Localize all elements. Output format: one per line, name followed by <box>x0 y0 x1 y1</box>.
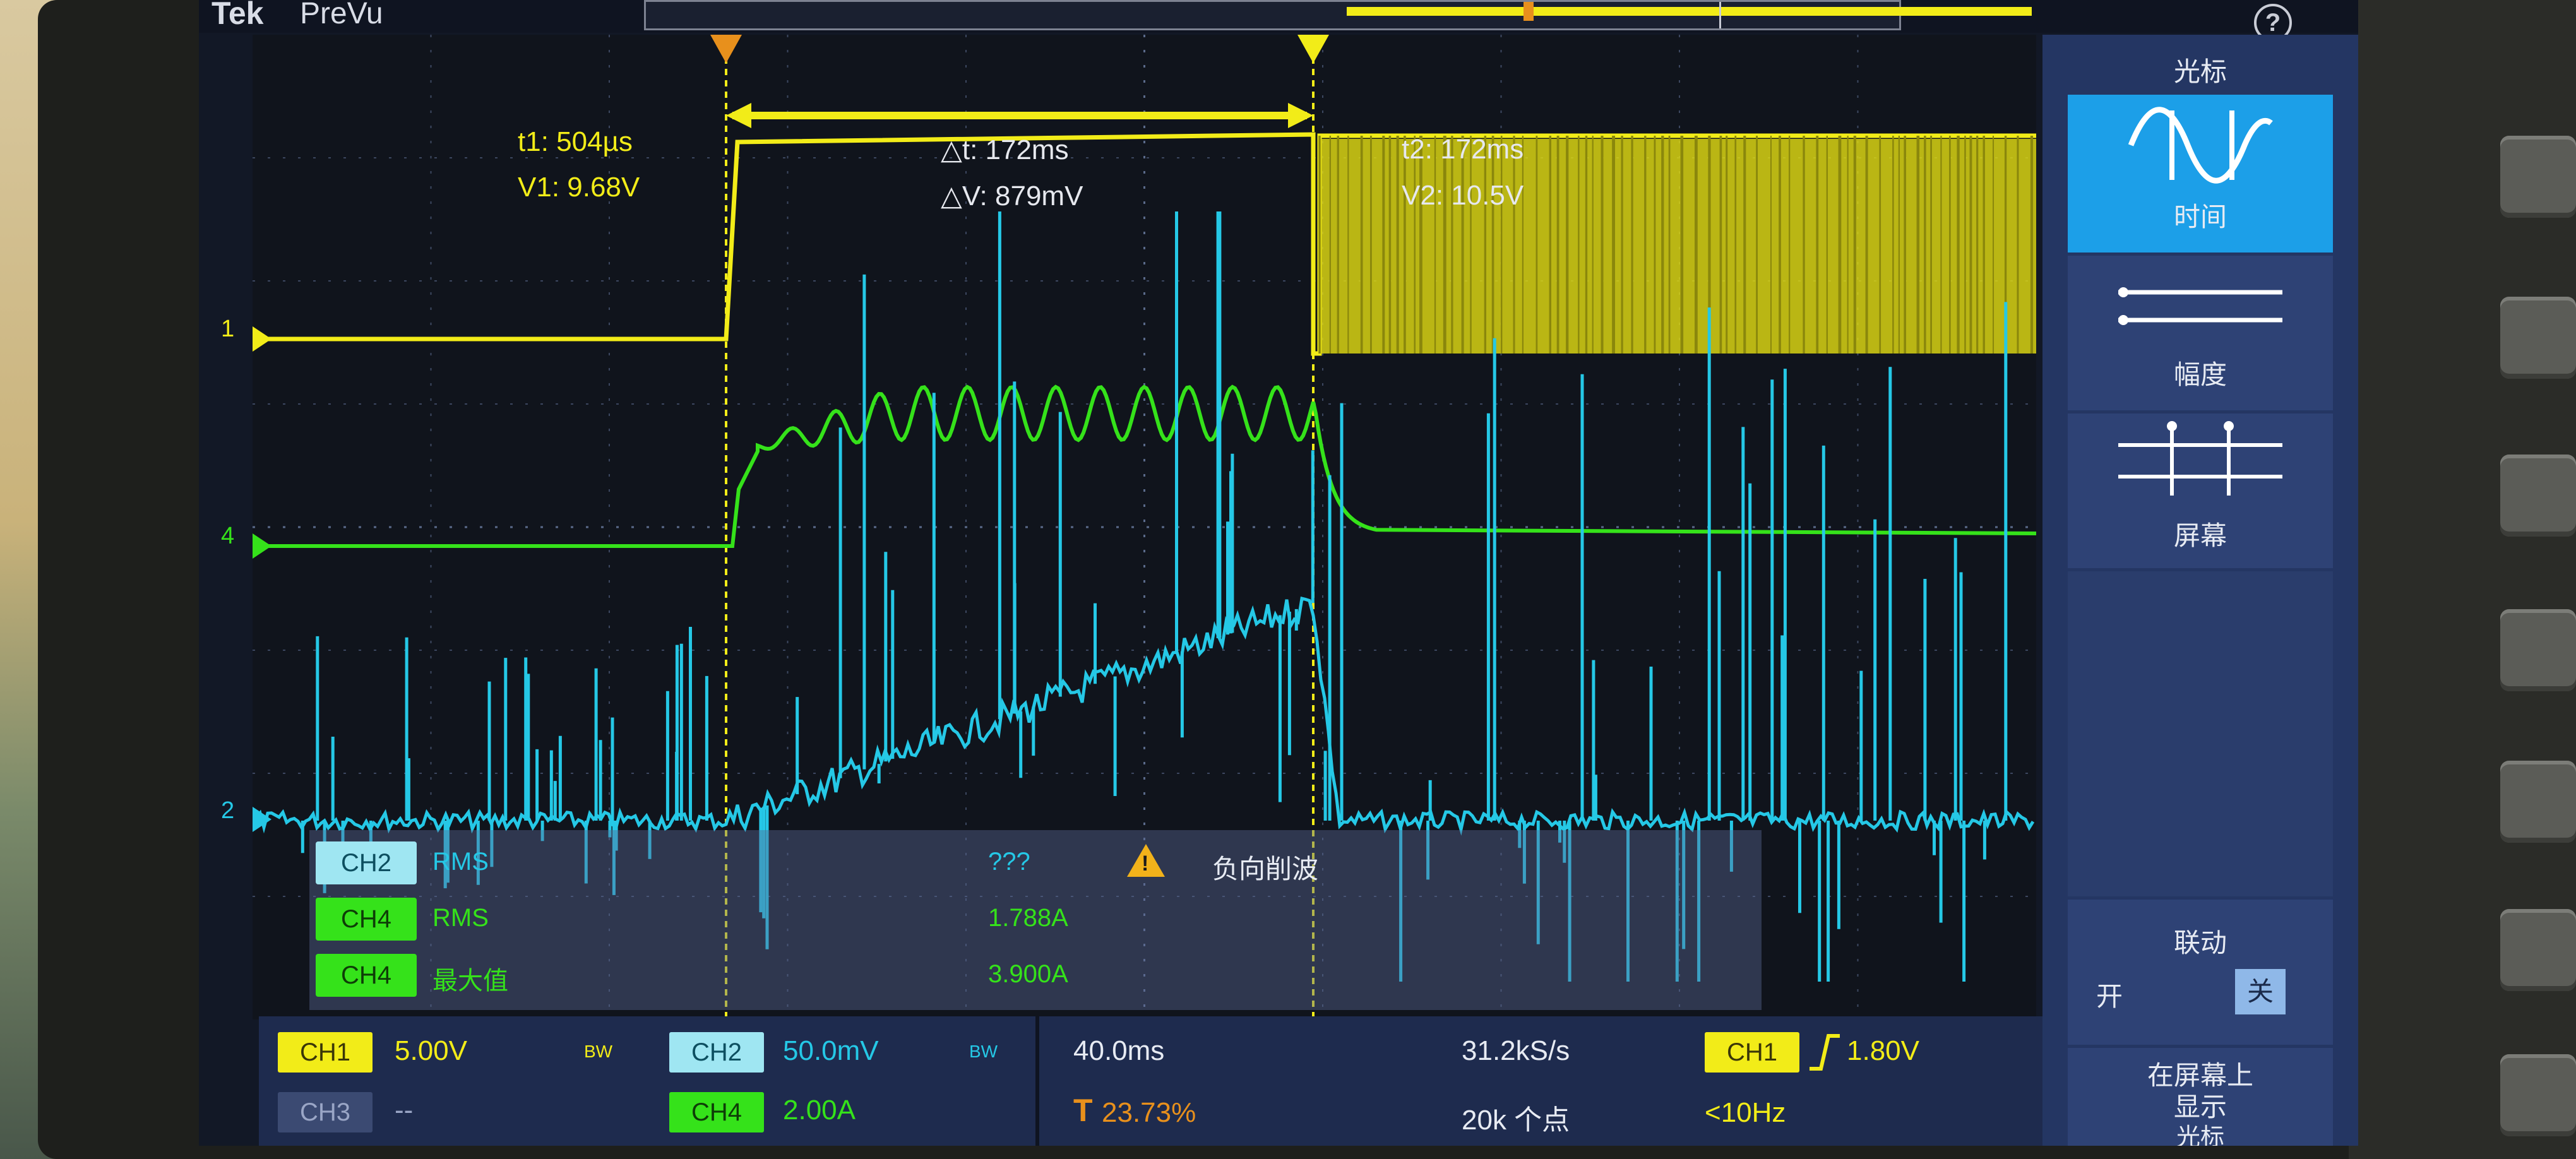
menu-item-time[interactable]: 时间 <box>2068 95 2333 253</box>
acquisition-mode: PreVu <box>300 0 383 30</box>
menu-show-line3: 光标 <box>2176 1124 2224 1146</box>
clipping-warning: 负向削波 <box>1212 854 1319 884</box>
menu-item-show-cursors[interactable]: 在屏幕上 显示 光标 <box>2068 1048 2333 1146</box>
menu-title: 光标 <box>2173 57 2227 86</box>
trigger-position-icon: T <box>1073 1093 1093 1128</box>
side-menu-button-3[interactable] <box>2500 455 2576 537</box>
meas-row3-badge[interactable]: CH4 <box>316 954 417 997</box>
trigger-source-badge[interactable]: CH1 <box>1705 1032 1799 1073</box>
ch1-scale[interactable]: 5.00V <box>395 1035 467 1067</box>
menu-item-screen-label: 屏幕 <box>2173 521 2227 550</box>
rising-edge-icon <box>1810 1034 1840 1071</box>
overview-trigger-marker <box>1524 2 1534 21</box>
scope-screen: Tek PreVu ? 1 4 2 t1: 504µs V1: 9.68V △t… <box>199 0 2358 1146</box>
timebase[interactable]: 40.0ms <box>1073 1035 1164 1067</box>
ch2-scale[interactable]: 50.0mV <box>783 1035 879 1067</box>
meas-row2-value: 1.788A <box>988 904 1068 932</box>
ch4-scale[interactable]: 2.00A <box>783 1095 856 1126</box>
meas-row1-name: RMS <box>432 848 489 876</box>
side-menu-button-4[interactable] <box>2500 609 2576 691</box>
meas-row1-value: ??? <box>988 848 1030 876</box>
menu-empty-slot <box>2068 571 2333 896</box>
cursor-t2-readout: t2: 172ms <box>1402 134 1524 165</box>
side-menu-button-2[interactable] <box>2500 297 2576 379</box>
record-overview-window <box>1347 7 2032 16</box>
trigger-position[interactable]: 23.73% <box>1102 1097 1196 1129</box>
ch2-marker-label: 2 <box>221 797 235 824</box>
overview-center-line <box>1719 2 1721 28</box>
side-menu-button-1[interactable] <box>2500 136 2576 218</box>
status-divider-1 <box>1035 1016 1039 1146</box>
side-menu-button-7[interactable] <box>2500 1054 2576 1136</box>
trigger-frequency: <10Hz <box>1705 1097 1786 1128</box>
cursor-t1-readout: t1: 504µs <box>518 126 633 157</box>
warning-icon-mark: ! <box>1142 852 1149 876</box>
meas-row1-badge[interactable]: CH2 <box>316 841 417 884</box>
record-overview <box>644 0 2032 30</box>
meas-row3-name: 最大值 <box>432 967 508 995</box>
ch1-burst-region <box>1320 139 2036 354</box>
ch3-badge[interactable]: CH3 <box>278 1092 373 1132</box>
ch2-badge[interactable]: CH2 <box>669 1032 764 1073</box>
ch2-bw-icon: BW <box>969 1042 998 1061</box>
ch3-scale[interactable]: -- <box>395 1095 413 1126</box>
ch1-badge[interactable]: CH1 <box>278 1032 373 1073</box>
menu-link-off[interactable]: 关 <box>2235 969 2286 1014</box>
meas-row2-name: RMS <box>432 904 489 932</box>
side-menu-button-5[interactable] <box>2500 761 2576 843</box>
ch1-bw-icon: BW <box>584 1042 613 1061</box>
time-cursor-icon <box>2128 107 2273 184</box>
menu-link-label: 联动 <box>2173 928 2227 958</box>
brand-logo: Tek <box>212 0 264 31</box>
menu-item-amplitude[interactable]: 幅度 <box>2068 256 2333 410</box>
cursor-v1-readout: V1: 9.68V <box>518 172 640 203</box>
sample-rate: 31.2kS/s <box>1462 1035 1570 1066</box>
ch4-badge[interactable]: CH4 <box>669 1092 764 1132</box>
ch4-marker-label: 4 <box>221 523 235 549</box>
ch1-marker-label: 1 <box>221 316 235 342</box>
menu-item-time-label: 时间 <box>2173 202 2227 232</box>
screen-cursor-icon <box>2118 421 2282 496</box>
cursor-delta-t-readout: △t: 172ms <box>941 134 1069 165</box>
meas-row2-badge[interactable]: CH4 <box>316 898 417 941</box>
measurement-panel: CH2 RMS ??? ! 负向削波 CH4 RMS 1.788A CH4 最大… <box>309 830 1762 1010</box>
cursor-side-menu: 光标 时间 幅度 屏幕 联动 开 关 在屏幕上 显示 光标 <box>2042 35 2358 1146</box>
meas-row3-value: 3.900A <box>988 960 1068 988</box>
amplitude-cursor-icon <box>2118 287 2282 325</box>
menu-link-on[interactable]: 开 <box>2096 975 2123 1014</box>
menu-item-link[interactable]: 联动 开 关 <box>2068 900 2333 1045</box>
cursor-v2-readout: V2: 10.5V <box>1402 180 1524 211</box>
menu-item-amplitude-label: 幅度 <box>2173 360 2227 389</box>
status-bar: CH1 5.00V BW CH3 -- CH2 50.0mV BW CH4 2.… <box>259 1016 2336 1146</box>
record-length[interactable]: 20k 个点 <box>1462 1097 1570 1138</box>
menu-item-screen[interactable]: 屏幕 <box>2068 413 2333 568</box>
side-menu-button-6[interactable] <box>2500 909 2576 991</box>
top-bar: Tek PreVu ? <box>199 0 2358 42</box>
trigger-level[interactable]: 1.80V <box>1847 1035 1919 1067</box>
cursor-delta-v-readout: △V: 879mV <box>941 181 1083 211</box>
